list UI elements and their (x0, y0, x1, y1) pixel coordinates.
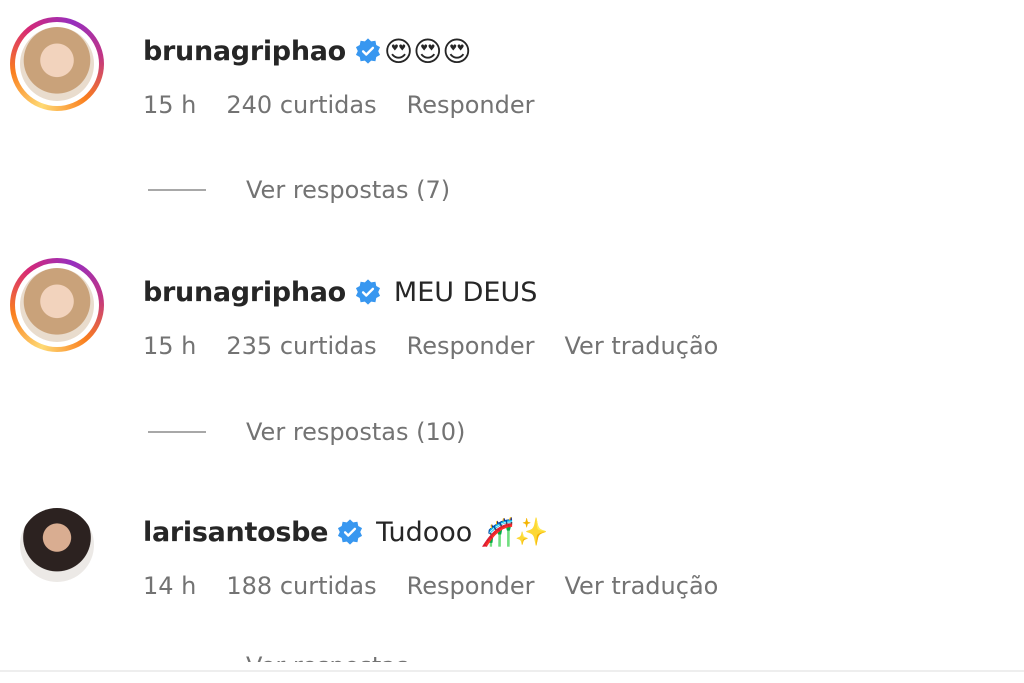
reply-button[interactable]: Responder (407, 91, 535, 119)
comment-text: Tudooo 🎢✨ (376, 517, 549, 548)
view-replies-button[interactable]: Ver respostas (10) (148, 418, 465, 446)
timestamp[interactable]: 14 h (143, 572, 196, 600)
story-ring[interactable] (10, 17, 104, 111)
likes-count[interactable]: 235 curtidas (226, 332, 376, 360)
username-link[interactable]: larisantosbe (143, 517, 328, 548)
comment-item: brunagriphao MEU DEUS 15 h 235 curtidas … (0, 258, 1024, 368)
comment-item: larisantosbe Tudooo 🎢✨ 14 h 188 curtidas… (0, 498, 1024, 608)
timestamp[interactable]: 15 h (143, 332, 196, 360)
timestamp[interactable]: 15 h (143, 91, 196, 119)
avatar-frame[interactable] (10, 498, 104, 592)
comment-meta: 15 h 235 curtidas Responder Ver tradução (143, 332, 748, 360)
likes-count[interactable]: 240 curtidas (226, 91, 376, 119)
verified-badge-icon (354, 37, 382, 65)
likes-count[interactable]: 188 curtidas (226, 572, 376, 600)
comment-meta: 14 h 188 curtidas Responder Ver tradução (143, 572, 748, 600)
reply-button[interactable]: Responder (407, 572, 535, 600)
divider-dash (148, 431, 206, 433)
username-link[interactable]: brunagriphao (143, 277, 346, 308)
view-replies-partial[interactable]: Ver respostas (246, 652, 408, 662)
bottom-divider (0, 670, 1024, 672)
story-ring[interactable] (10, 258, 104, 352)
avatar (20, 268, 94, 342)
verified-badge-icon (336, 518, 364, 546)
username-link[interactable]: brunagriphao (143, 36, 346, 67)
translate-button[interactable]: Ver tradução (565, 332, 719, 360)
comment-item: brunagriphao 😍😍😍 15 h 240 curtidas Respo… (0, 17, 1024, 127)
verified-badge-icon (354, 278, 382, 306)
comment-meta: 15 h 240 curtidas Responder (143, 91, 565, 119)
view-replies-label: Ver respostas (10) (246, 418, 466, 446)
reply-button[interactable]: Responder (407, 332, 535, 360)
comment-text: 😍😍😍 (383, 34, 472, 68)
avatar (20, 508, 94, 582)
translate-button[interactable]: Ver tradução (565, 572, 719, 600)
comment-text: MEU DEUS (393, 276, 538, 308)
view-replies-label: Ver respostas (7) (246, 176, 451, 204)
avatar (20, 27, 94, 101)
divider-dash (148, 189, 206, 191)
view-replies-button[interactable]: Ver respostas (7) (148, 176, 450, 204)
